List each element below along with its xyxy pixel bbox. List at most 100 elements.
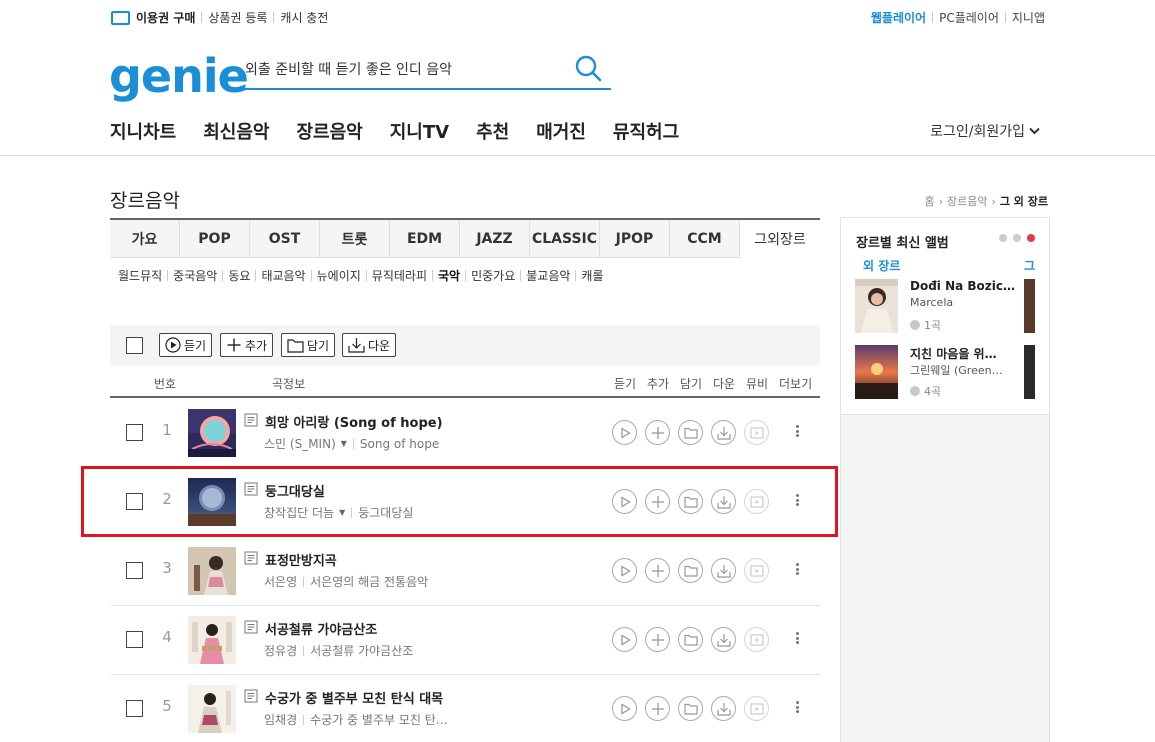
save-all-button[interactable]: 담기	[281, 333, 336, 357]
download-button[interactable]	[711, 558, 736, 583]
tab-classic[interactable]: CLASSIC	[530, 220, 600, 258]
row-checkbox[interactable]	[126, 700, 143, 717]
tab-kpop[interactable]: 가요	[110, 220, 180, 258]
web-player-link[interactable]: 웹플레이어	[871, 9, 926, 26]
tab-ccm[interactable]: CCM	[670, 220, 740, 258]
download-button[interactable]	[711, 420, 736, 445]
more-button[interactable]	[794, 558, 800, 580]
carousel-dot[interactable]	[999, 234, 1007, 242]
pc-player-link[interactable]: PC플레이어	[939, 9, 999, 26]
side-album-artist[interactable]: Marcela	[910, 296, 1020, 309]
download-button[interactable]	[711, 627, 736, 652]
save-button[interactable]	[678, 420, 703, 445]
cash-link[interactable]: 캐시 충전	[280, 9, 328, 26]
carousel-dot[interactable]	[1013, 234, 1021, 242]
lyrics-icon[interactable]	[244, 620, 258, 634]
play-button[interactable]	[612, 696, 637, 721]
track-album[interactable]: 서은영의 해금 전통음악	[310, 573, 428, 590]
save-button[interactable]	[678, 696, 703, 721]
more-button[interactable]	[794, 420, 800, 442]
next-album-peek[interactable]	[1024, 279, 1035, 333]
side-category[interactable]: 외 장르	[863, 257, 900, 274]
music-video-button[interactable]	[744, 420, 769, 445]
artist-dropdown-icon[interactable]: ▼	[341, 439, 347, 448]
track-artist[interactable]: 정유경	[264, 642, 297, 659]
nav-magazine[interactable]: 매거진	[536, 118, 586, 144]
add-button[interactable]	[645, 420, 670, 445]
track-artist[interactable]: 스민 (S_MIN)	[264, 435, 336, 452]
subgenre-newage[interactable]: 뉴에이지	[317, 267, 361, 284]
side-album-artist[interactable]: 그린웨일 (Green…	[910, 362, 1020, 378]
add-button[interactable]	[645, 627, 670, 652]
track-title[interactable]: 서공철류 가야금산조	[265, 619, 377, 638]
subgenre-gugak[interactable]: 국악	[438, 267, 460, 284]
breadcrumb-home[interactable]: 홈	[924, 193, 934, 209]
side-album[interactable]: 지친 마음을 위… 그린웨일 (Green… 4곡	[855, 345, 1015, 401]
nav-chart[interactable]: 지니차트	[110, 118, 176, 144]
music-video-button[interactable]	[744, 627, 769, 652]
more-button[interactable]	[794, 627, 800, 649]
subgenre-chinese[interactable]: 중국음악	[173, 267, 217, 284]
add-button[interactable]	[645, 558, 670, 583]
add-all-button[interactable]: 추가	[220, 333, 274, 357]
tab-ost[interactable]: OST	[250, 220, 320, 258]
save-button[interactable]	[678, 627, 703, 652]
nav-genie-tv[interactable]: 지니TV	[390, 118, 449, 144]
select-all-checkbox[interactable]	[126, 337, 143, 354]
album-cover[interactable]	[188, 409, 236, 457]
play-button[interactable]	[612, 420, 637, 445]
side-album-title[interactable]: Dođi Na Bozic…	[910, 279, 1020, 293]
side-album[interactable]: Dođi Na Bozic… Marcela 1곡	[855, 279, 1015, 335]
album-cover[interactable]	[188, 547, 236, 595]
download-button[interactable]	[711, 696, 736, 721]
genie-app-link[interactable]: 지니앱	[1012, 9, 1045, 26]
row-checkbox[interactable]	[126, 424, 143, 441]
tab-jazz[interactable]: JAZZ	[460, 220, 530, 258]
album-cover[interactable]	[188, 616, 236, 664]
track-title[interactable]: 희망 아리랑 (Song of hope)	[265, 412, 443, 431]
music-video-button[interactable]	[744, 558, 769, 583]
more-button[interactable]	[794, 696, 800, 718]
lyrics-icon[interactable]	[244, 689, 258, 703]
tab-jpop[interactable]: JPOP	[600, 220, 670, 258]
play-button[interactable]	[612, 627, 637, 652]
tab-pop[interactable]: POP	[180, 220, 250, 258]
nav-genre[interactable]: 장르음악	[297, 118, 363, 144]
tab-other-genre[interactable]: 그외장르	[740, 220, 820, 258]
subgenre-protest[interactable]: 민중가요	[471, 267, 515, 284]
track-artist[interactable]: 서은영	[264, 573, 297, 590]
lyrics-icon[interactable]	[244, 413, 258, 427]
nav-music-hug[interactable]: 뮤직허그	[613, 118, 679, 144]
voucher-link[interactable]: 상품권 등록	[208, 9, 267, 26]
tab-edm[interactable]: EDM	[390, 220, 460, 258]
save-button[interactable]	[678, 558, 703, 583]
download-all-button[interactable]: 다운	[342, 333, 397, 357]
add-button[interactable]	[645, 696, 670, 721]
album-cover[interactable]	[188, 685, 236, 733]
subgenre-world[interactable]: 월드뮤직	[118, 267, 162, 284]
music-video-button[interactable]	[744, 696, 769, 721]
track-album[interactable]: 수궁가 중 별주부 모친 탄…	[310, 711, 448, 728]
row-checkbox[interactable]	[126, 562, 143, 579]
track-title[interactable]: 수궁가 중 별주부 모친 탄식 대목	[265, 688, 443, 707]
genie-logo[interactable]: genie	[109, 50, 249, 102]
side-album-title[interactable]: 지친 마음을 위…	[910, 345, 1020, 362]
subgenre-kids[interactable]: 동요	[228, 267, 250, 284]
login-menu[interactable]: 로그인/회원가입	[930, 121, 1040, 141]
nav-latest[interactable]: 최신음악	[203, 118, 269, 144]
search-button[interactable]	[573, 54, 603, 84]
play-button[interactable]	[612, 558, 637, 583]
next-album-peek[interactable]	[1024, 345, 1035, 399]
track-title[interactable]: 표정만방지곡	[265, 550, 337, 569]
side-album-cover[interactable]	[855, 279, 898, 333]
track-album[interactable]: Song of hope	[360, 437, 439, 451]
subgenre-carol[interactable]: 캐롤	[581, 267, 603, 284]
buy-ticket-link[interactable]: 이용권 구매	[136, 9, 195, 26]
row-checkbox[interactable]	[126, 631, 143, 648]
side-category-next[interactable]: 그	[1024, 257, 1035, 274]
subgenre-prenatal[interactable]: 태교음악	[261, 267, 305, 284]
track-artist[interactable]: 임채경	[264, 711, 297, 728]
search-input[interactable]	[245, 58, 565, 82]
side-album-cover[interactable]	[855, 345, 898, 399]
track-album[interactable]: 서공철류 가야금산조	[310, 642, 413, 659]
